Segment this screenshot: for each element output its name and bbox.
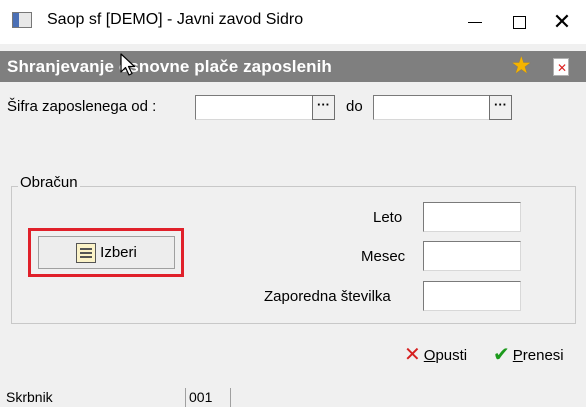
employee-code-to-label: do [346, 98, 363, 115]
window-title: Saop sf [DEMO] - Javni zavod Sidro [47, 11, 304, 28]
status-bar: Skrbnik 001 [0, 388, 586, 407]
employee-code-to-browse-button[interactable]: ··· [489, 95, 512, 120]
close-button[interactable]: ✕ [540, 6, 584, 38]
select-icon [76, 242, 97, 263]
zaporedna-stevilka-label: Zaporedna številka [264, 288, 391, 305]
app-icon [12, 12, 32, 28]
cursor-icon [120, 53, 136, 76]
prenesi-label: Prenesi [512, 346, 564, 364]
mesec-label: Mesec [361, 248, 406, 265]
minimize-button[interactable] [453, 6, 497, 38]
confirm-icon: ✔ [493, 344, 510, 366]
star-icon[interactable]: ★ [511, 54, 532, 77]
minimize-icon [468, 21, 482, 23]
form-header: Shranjevanje osnovne plače zaposlenih ★ [0, 51, 586, 82]
maximize-button[interactable] [497, 6, 541, 38]
maximize-icon [512, 15, 526, 29]
opusti-button[interactable]: ✕ Opusti [404, 345, 467, 365]
form-title: Shranjevanje osnovne plače zaposlenih [7, 57, 332, 76]
leto-input[interactable] [423, 202, 521, 232]
employee-code-to-input[interactable] [373, 95, 490, 120]
prenesi-button[interactable]: ✔ Prenesi [493, 345, 564, 365]
cancel-icon: ✕ [404, 344, 421, 366]
exit-icon[interactable] [553, 58, 569, 76]
zaporedna-stevilka-input[interactable] [423, 281, 521, 311]
status-user: Skrbnik [6, 389, 53, 405]
opusti-label: Opusti [423, 346, 468, 364]
window-titlebar: Saop sf [DEMO] - Javni zavod Sidro ✕ [0, 0, 586, 44]
izberi-button[interactable]: Izberi [38, 236, 175, 269]
status-code: 001 [185, 388, 230, 407]
leto-label: Leto [373, 209, 403, 226]
mesec-input[interactable] [423, 241, 521, 271]
izberi-button-label: Izberi [100, 244, 137, 261]
obracun-legend: Obračun [18, 174, 80, 191]
employee-code-from-label: Šifra zaposlenega od : [7, 98, 157, 115]
employee-code-from-input[interactable] [195, 95, 313, 120]
status-empty [230, 388, 586, 407]
employee-code-from-browse-button[interactable]: ··· [312, 95, 335, 120]
